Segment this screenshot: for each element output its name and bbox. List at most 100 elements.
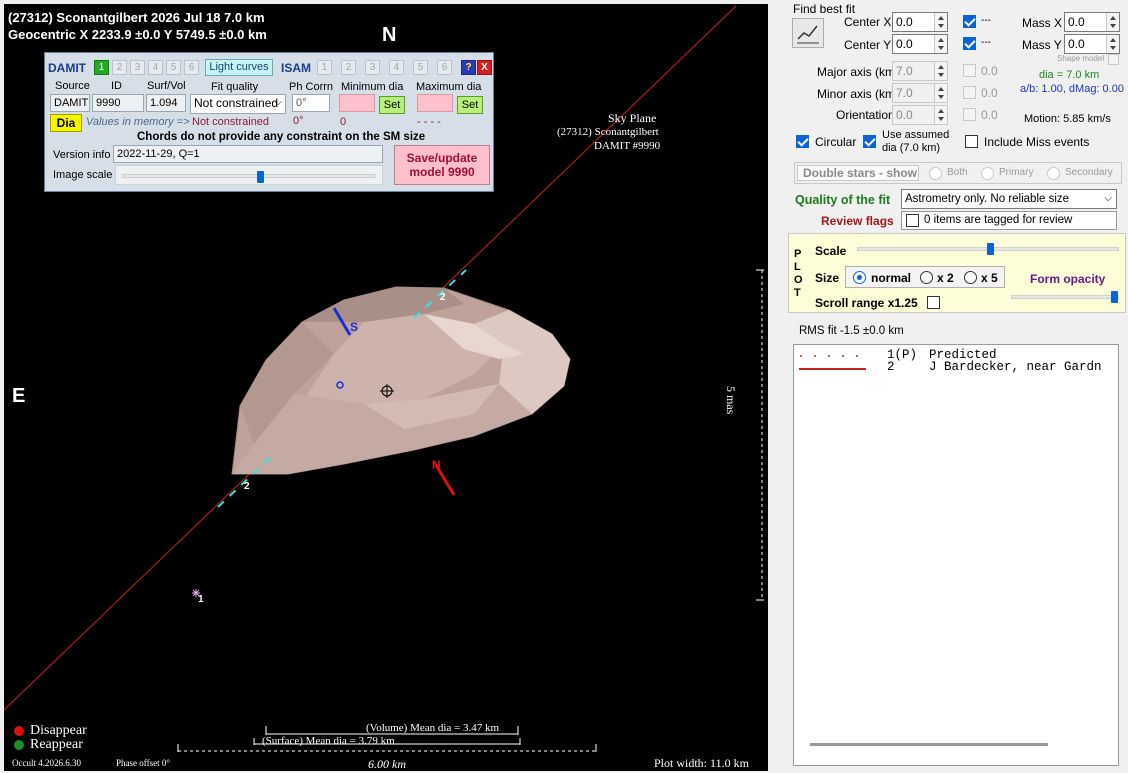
fit-quality-select[interactable]: Not constrained ⌵ xyxy=(190,94,286,114)
form-opacity-slider[interactable] xyxy=(1011,295,1119,299)
quality-fit-label: Quality of the fit xyxy=(795,193,891,207)
damit-title: DAMIT xyxy=(48,61,86,75)
review-flags-checkbox[interactable] xyxy=(906,214,919,227)
fit-quality-value: Not constrained xyxy=(194,96,279,110)
isam-tab-6[interactable]: 6 xyxy=(437,60,452,75)
minor-axis-check-value: 0.0 xyxy=(981,86,998,100)
minor-axis-input[interactable]: 7.0 xyxy=(892,83,948,103)
double-stars-group: Double stars - show Both Primary Seconda… xyxy=(794,162,1122,184)
ph-corr-field[interactable]: 0° xyxy=(292,94,330,112)
sky-plane-label: Sky Plane xyxy=(608,111,657,125)
both-label: Both xyxy=(947,167,968,178)
orientation-label: Orientation xyxy=(836,108,895,122)
col-ph: Ph Corrn xyxy=(289,81,334,93)
plot-width-text: Plot width: 11.0 km xyxy=(654,756,749,770)
plot-title-line1: (27312) Sconantgilbert 2026 Jul 18 7.0 k… xyxy=(8,10,265,25)
observers-list[interactable]: 1(P) Predicted 2 J Bardecker, near Gardn xyxy=(793,344,1119,766)
shape-model-label: Shape model xyxy=(1057,54,1105,63)
sky-object-label: (27312) Sconantgilbert xyxy=(557,126,659,138)
set-min-button[interactable]: Set xyxy=(379,96,405,114)
both-radio[interactable] xyxy=(929,167,942,180)
damit-tab-1[interactable]: 1 xyxy=(94,60,109,75)
max-dia-input[interactable] xyxy=(417,94,453,112)
damit-tab-5[interactable]: 5 xyxy=(166,60,181,75)
damit-tab-3[interactable]: 3 xyxy=(130,60,145,75)
center-x-value: 0.0 xyxy=(896,15,913,29)
mass-x-input[interactable]: 0.0 xyxy=(1064,12,1120,32)
min-dia-input[interactable] xyxy=(339,94,375,112)
orientation-value: 0.0 xyxy=(896,108,913,122)
best-fit-button[interactable] xyxy=(792,18,824,48)
major-axis-input[interactable]: 7.0 xyxy=(892,61,948,81)
chord-label-upper: 2 xyxy=(440,292,446,303)
plot-letter-o: O xyxy=(794,274,803,286)
isam-tab-2[interactable]: 2 xyxy=(341,60,356,75)
scroll-range-checkbox[interactable] xyxy=(927,296,940,309)
double-stars-button[interactable]: Double stars - show xyxy=(797,165,919,181)
orientation-check-value: 0.0 xyxy=(981,108,998,122)
list-item-2-num: 2 xyxy=(887,360,895,374)
dia-button[interactable]: Dia xyxy=(50,114,82,132)
save-model-button[interactable]: Save/update model 9990 xyxy=(394,145,490,185)
rms-fit-text: RMS fit -1.5 ±0.0 km xyxy=(799,325,904,337)
mas-scale-label: 5 mas xyxy=(724,386,738,415)
secondary-radio[interactable] xyxy=(1047,167,1060,180)
image-scale-slider[interactable] xyxy=(115,165,383,185)
source-field: DAMIT xyxy=(50,94,90,112)
circular-checkbox[interactable] xyxy=(796,135,809,148)
size-x2-radio[interactable] xyxy=(920,271,933,284)
damit-panel: DAMIT 1 2 3 4 5 6 Light curves ISAM 1 2 … xyxy=(44,52,494,192)
reappear-dot xyxy=(14,740,24,750)
set-max-button[interactable]: Set xyxy=(457,96,483,114)
size-x2-label: x 2 xyxy=(937,271,954,285)
use-assumed-label2: dia (7.0 km) xyxy=(882,142,941,154)
center-y-input[interactable]: 0.0 xyxy=(892,34,948,54)
minor-axis-checkbox[interactable] xyxy=(963,86,976,99)
isam-tab-5[interactable]: 5 xyxy=(413,60,428,75)
quality-fit-select[interactable]: Astrometry only. No reliable size ⌵ xyxy=(901,189,1117,209)
east-label: E xyxy=(12,385,26,407)
quality-fit-value: Astrometry only. No reliable size xyxy=(905,193,1070,205)
include-miss-checkbox[interactable] xyxy=(965,135,978,148)
legend-reappear: Reappear xyxy=(30,737,83,752)
col-max: Maximum dia xyxy=(416,81,482,93)
damit-tab-2[interactable]: 2 xyxy=(112,60,127,75)
help-icon[interactable]: ? xyxy=(461,60,476,75)
mass-y-input[interactable]: 0.0 xyxy=(1064,34,1120,54)
close-icon[interactable]: X xyxy=(477,60,492,75)
orientation-checkbox[interactable] xyxy=(963,108,976,121)
size-normal-label: normal xyxy=(871,271,912,285)
primary-radio[interactable] xyxy=(981,167,994,180)
shape-model-checkbox[interactable] xyxy=(1108,54,1119,65)
major-axis-label: Major axis (km) xyxy=(817,65,900,79)
col-min: Minimum dia xyxy=(341,81,404,93)
review-flags-box[interactable]: 0 items are tagged for review xyxy=(901,211,1117,230)
scale-thumb[interactable] xyxy=(987,243,994,255)
light-curves-button[interactable]: Light curves xyxy=(205,59,273,76)
image-scale-thumb[interactable] xyxy=(257,171,264,183)
size-x5-radio[interactable] xyxy=(964,271,977,284)
form-opacity-thumb[interactable] xyxy=(1111,291,1118,303)
major-axis-checkbox[interactable] xyxy=(963,64,976,77)
plot-letter-l: L xyxy=(794,261,801,273)
size-normal-radio[interactable] xyxy=(853,271,866,284)
review-flags-text: 0 items are tagged for review xyxy=(924,214,1073,226)
surface-dia-text: (Surface) Mean dia = 3.79 km xyxy=(262,735,395,747)
center-x-input[interactable]: 0.0 xyxy=(892,12,948,32)
isam-tab-4[interactable]: 4 xyxy=(389,60,404,75)
isam-tab-1[interactable]: 1 xyxy=(317,60,332,75)
plot-letter-p: P xyxy=(794,248,802,260)
center-x-checkbox[interactable] xyxy=(963,15,976,28)
damit-tab-4[interactable]: 4 xyxy=(148,60,163,75)
mass-y-label: Mass Y xyxy=(1022,38,1062,52)
horizontal-scrollbar[interactable] xyxy=(810,743,1048,746)
use-assumed-checkbox[interactable] xyxy=(863,135,876,148)
version-info-field: 2022-11-29, Q=1 xyxy=(113,145,383,163)
damit-tab-6[interactable]: 6 xyxy=(184,60,199,75)
pole-n-label: N xyxy=(432,458,441,472)
orientation-input[interactable]: 0.0 xyxy=(892,105,948,125)
include-miss-label: Include Miss events xyxy=(984,135,1090,149)
id-field: 9990 xyxy=(92,94,144,112)
center-y-checkbox[interactable] xyxy=(963,37,976,50)
isam-tab-3[interactable]: 3 xyxy=(365,60,380,75)
